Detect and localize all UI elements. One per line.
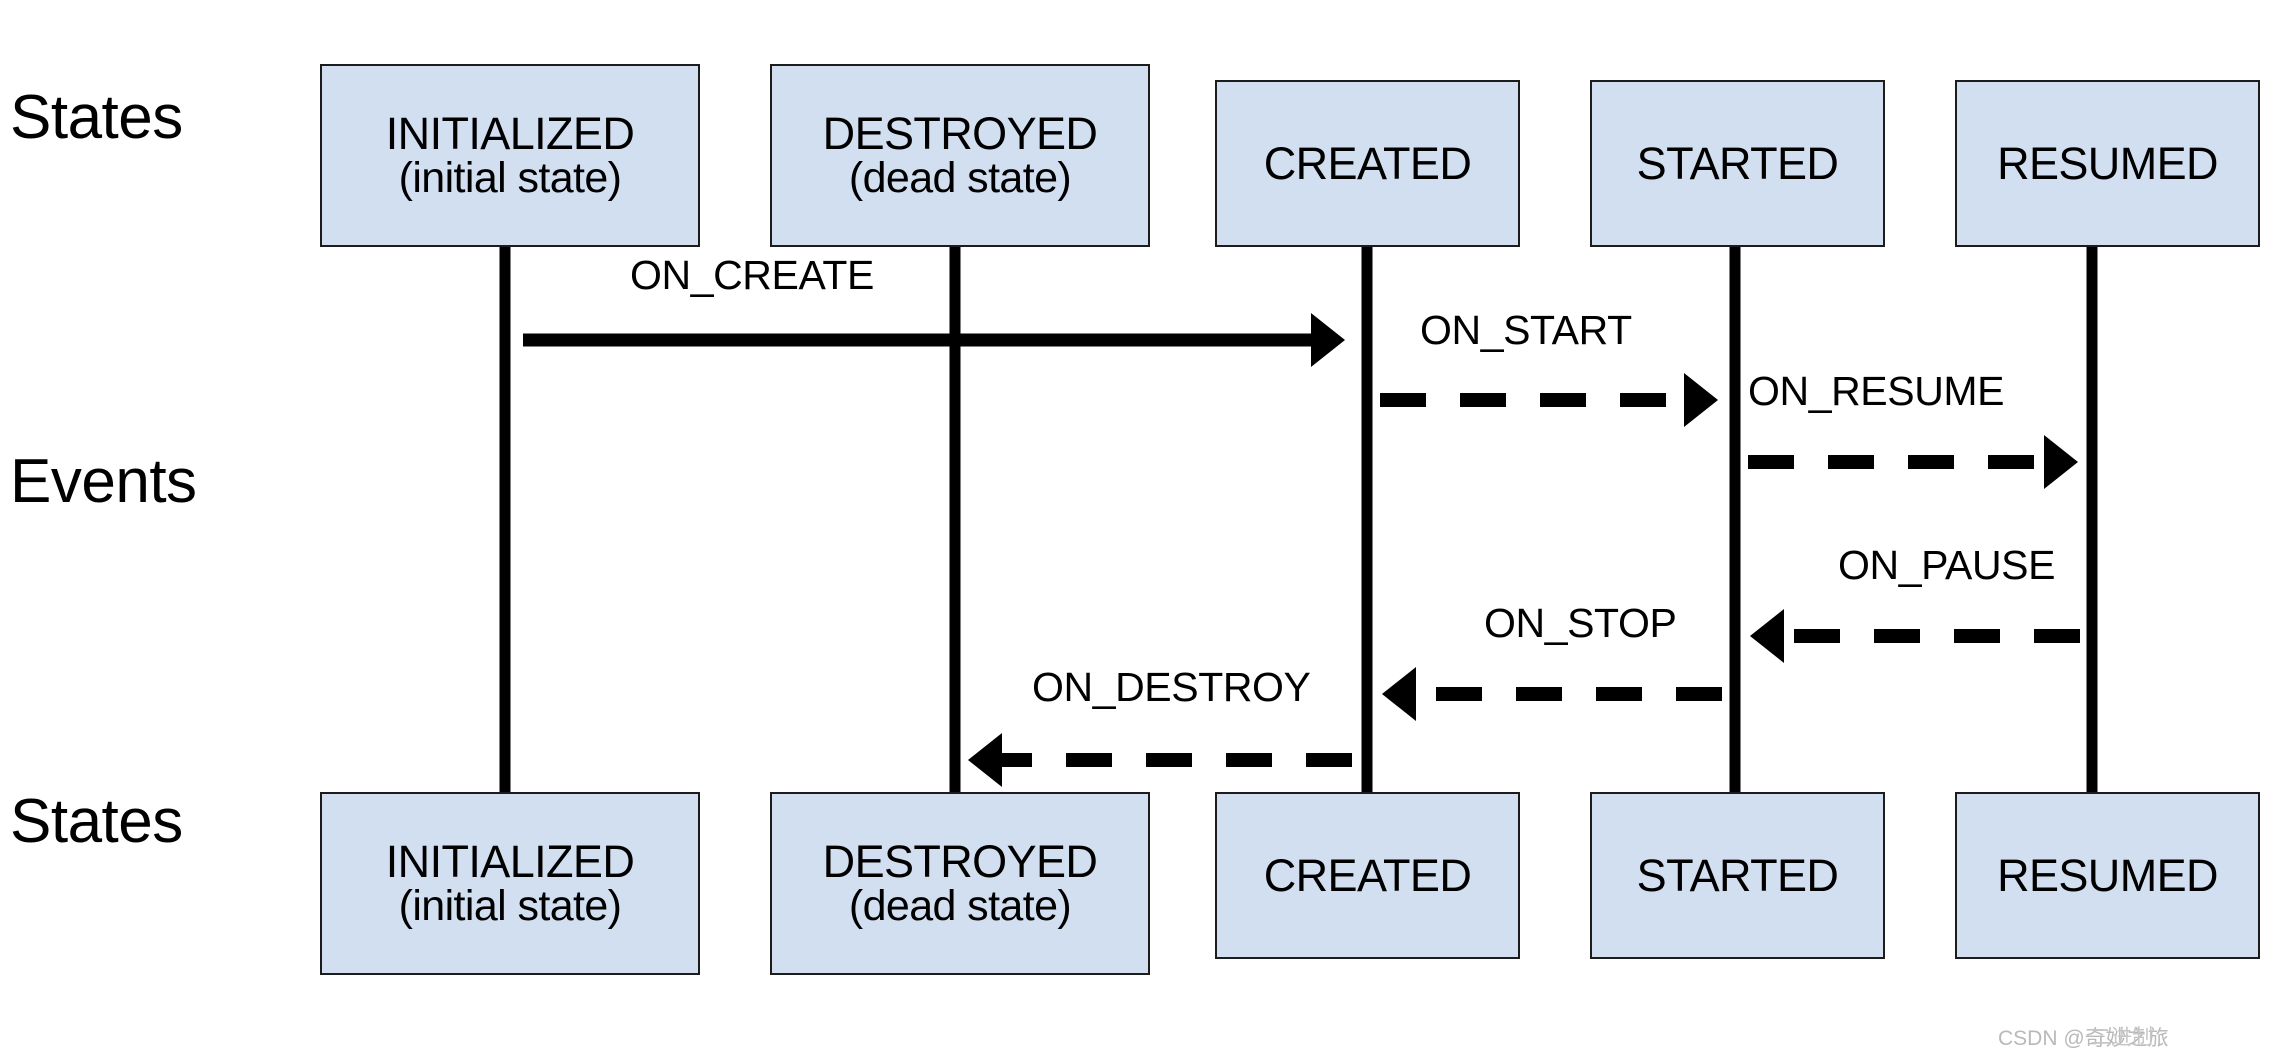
state-box-title: RESUMED bbox=[1997, 137, 2218, 189]
state-box-started-top[interactable]: STARTED bbox=[1590, 80, 1885, 247]
arrow-head bbox=[1684, 373, 1718, 427]
state-box-title: STARTED bbox=[1636, 137, 1839, 189]
state-box-title: DESTROYED bbox=[822, 107, 1098, 159]
state-box-resumed-top[interactable]: RESUMED bbox=[1955, 80, 2260, 247]
arrow-head bbox=[1311, 313, 1345, 367]
event-arrow-on-start bbox=[1380, 373, 1718, 427]
arrow-head bbox=[1750, 609, 1784, 663]
event-label-on-destroy: ON_DESTROY bbox=[1032, 664, 1311, 710]
watermark-overlay: 二进制 bbox=[2090, 1026, 2153, 1049]
event-label-on-stop: ON_STOP bbox=[1484, 600, 1677, 646]
event-label-on-resume: ON_RESUME bbox=[1748, 368, 2005, 414]
state-box-created-bottom[interactable]: CREATED bbox=[1215, 792, 1520, 959]
state-box-initialized-bottom[interactable]: INITIALIZED (initial state) bbox=[320, 792, 700, 975]
state-box-subtitle: (initial state) bbox=[398, 153, 622, 202]
state-box-destroyed-top[interactable]: DESTROYED (dead state) bbox=[770, 64, 1150, 247]
event-arrow-on-pause bbox=[1750, 609, 2080, 663]
event-arrow-on-resume bbox=[1748, 435, 2078, 489]
state-box-title: CREATED bbox=[1263, 849, 1472, 901]
row-label-states-bottom: States bbox=[10, 787, 183, 856]
state-box-title: INITIALIZED bbox=[385, 107, 635, 159]
arrow-head bbox=[968, 733, 1002, 787]
state-box-initialized-top[interactable]: INITIALIZED (initial state) bbox=[320, 64, 700, 247]
state-box-title: CREATED bbox=[1263, 137, 1472, 189]
event-arrow-on-destroy bbox=[968, 733, 1352, 787]
state-box-title: DESTROYED bbox=[822, 835, 1098, 887]
event-label-on-create: ON_CREATE bbox=[630, 252, 874, 298]
event-arrow-on-create bbox=[523, 313, 1345, 367]
arrow-head bbox=[2044, 435, 2078, 489]
event-label-on-start: ON_START bbox=[1420, 307, 1632, 353]
event-label-on-pause: ON_PAUSE bbox=[1838, 542, 2056, 588]
diagram-canvas: States Events States INITIALIZED (initial… bbox=[0, 0, 2294, 1058]
state-box-subtitle: (initial state) bbox=[398, 881, 622, 930]
state-box-title: RESUMED bbox=[1997, 849, 2218, 901]
row-label-states-top: States bbox=[10, 83, 183, 152]
state-box-destroyed-bottom[interactable]: DESTROYED (dead state) bbox=[770, 792, 1150, 975]
row-label-events: Events bbox=[10, 447, 197, 516]
state-box-subtitle: (dead state) bbox=[848, 881, 1072, 930]
state-box-resumed-bottom[interactable]: RESUMED bbox=[1955, 792, 2260, 959]
event-arrow-on-stop bbox=[1382, 667, 1722, 721]
state-box-title: INITIALIZED bbox=[385, 835, 635, 887]
state-box-created-top[interactable]: CREATED bbox=[1215, 80, 1520, 247]
state-box-title: STARTED bbox=[1636, 849, 1839, 901]
state-box-subtitle: (dead state) bbox=[848, 153, 1072, 202]
lifelines-group bbox=[499, 247, 2098, 798]
arrow-head bbox=[1382, 667, 1416, 721]
state-box-started-bottom[interactable]: STARTED bbox=[1590, 792, 1885, 959]
